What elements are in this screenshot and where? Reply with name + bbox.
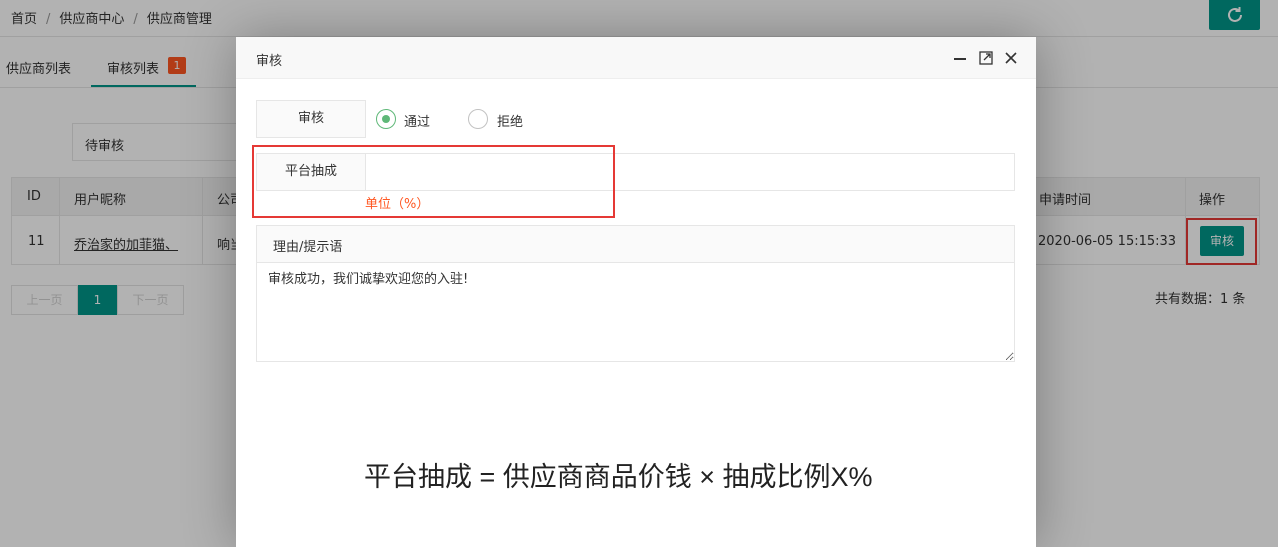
audit-dialog: 审核 审核 通过 拒绝 平台抽成 单位（%） 理由/提示语 审核成功，我们诚挚欢… xyxy=(236,37,1036,547)
commission-highlight xyxy=(252,145,615,218)
minimize-icon[interactable] xyxy=(952,50,968,66)
maximize-icon[interactable] xyxy=(978,50,994,66)
radio-pass[interactable] xyxy=(376,109,396,129)
audit-label: 审核 xyxy=(256,100,366,138)
close-icon[interactable] xyxy=(1003,50,1019,66)
page: 首页 / 供应商中心 / 供应商管理 供应商列表 审核列表 1 待审核 ID 用户昵称 … xyxy=(0,0,1278,547)
dialog-title: 审核 xyxy=(256,54,283,69)
reason-label: 理由/提示语 xyxy=(257,226,1014,263)
reason-textarea[interactable]: 审核成功，我们诚挚欢迎您的入驻! xyxy=(257,263,1014,361)
radio-reject[interactable] xyxy=(468,109,488,129)
radio-reject-label[interactable]: 拒绝 xyxy=(497,111,523,130)
radio-pass-label[interactable]: 通过 xyxy=(404,111,430,130)
dialog-header: 审核 xyxy=(236,37,1036,79)
reason-field: 理由/提示语 审核成功，我们诚挚欢迎您的入驻! xyxy=(256,225,1015,362)
commission-formula-annotation: 平台抽成 = 供应商商品价钱 × 抽成比例X% xyxy=(364,462,873,492)
